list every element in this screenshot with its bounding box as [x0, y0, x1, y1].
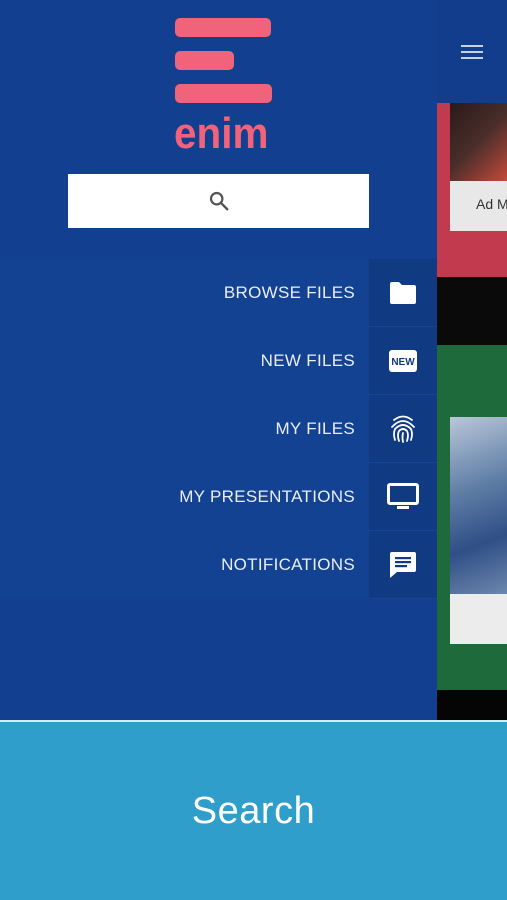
menu-item-new-files[interactable]: NEW FILES NEW — [0, 327, 437, 395]
card-caption: Ad M — [450, 181, 507, 231]
card-image — [450, 103, 507, 181]
menu-icon-cell: NEW — [369, 327, 437, 395]
search-button[interactable]: Search — [0, 720, 507, 900]
search-input[interactable] — [68, 174, 369, 228]
hamburger-menu-icon[interactable] — [452, 36, 492, 68]
menu-item-label: BROWSE FILES — [223, 283, 355, 302]
monitor-icon — [387, 482, 419, 509]
menu-item-my-presentations[interactable]: MY PRESENTATIONS — [0, 463, 437, 531]
logo-bar — [175, 51, 234, 70]
menu-item-label: NOTIFICATIONS — [221, 555, 355, 574]
new-badge-icon: NEW — [389, 349, 417, 372]
svg-text:NEW: NEW — [391, 357, 415, 368]
logo-bar — [175, 18, 271, 37]
fingerprint-icon — [391, 415, 415, 443]
menu-item-label: MY PRESENTATIONS — [179, 487, 355, 506]
navigation-drawer: enim BROWSE FILES NEW FILES NEW MY FILES… — [0, 0, 437, 720]
menu-icon-cell — [369, 259, 437, 327]
menu-item-browse-files[interactable]: BROWSE FILES — [0, 259, 437, 327]
folder-icon — [390, 281, 416, 304]
logo-bar — [175, 84, 272, 103]
menu-icon-cell — [369, 395, 437, 463]
divider — [437, 277, 507, 345]
menu-icon-cell — [369, 463, 437, 531]
message-icon — [390, 551, 416, 578]
menu-item-label: MY FILES — [275, 419, 355, 438]
logo-text: enim — [174, 109, 269, 158]
card-image — [450, 417, 507, 594]
menu-item-my-files[interactable]: MY FILES — [0, 395, 437, 463]
divider — [437, 690, 507, 720]
menu-item-notifications[interactable]: NOTIFICATIONS — [0, 531, 437, 599]
drawer-menu: BROWSE FILES NEW FILES NEW MY FILES MY P… — [0, 259, 437, 599]
menu-item-label: NEW FILES — [260, 351, 355, 370]
search-button-label: Search — [191, 789, 316, 832]
menu-icon-cell — [369, 531, 437, 599]
card-footer — [450, 594, 507, 644]
search-icon — [209, 191, 228, 211]
